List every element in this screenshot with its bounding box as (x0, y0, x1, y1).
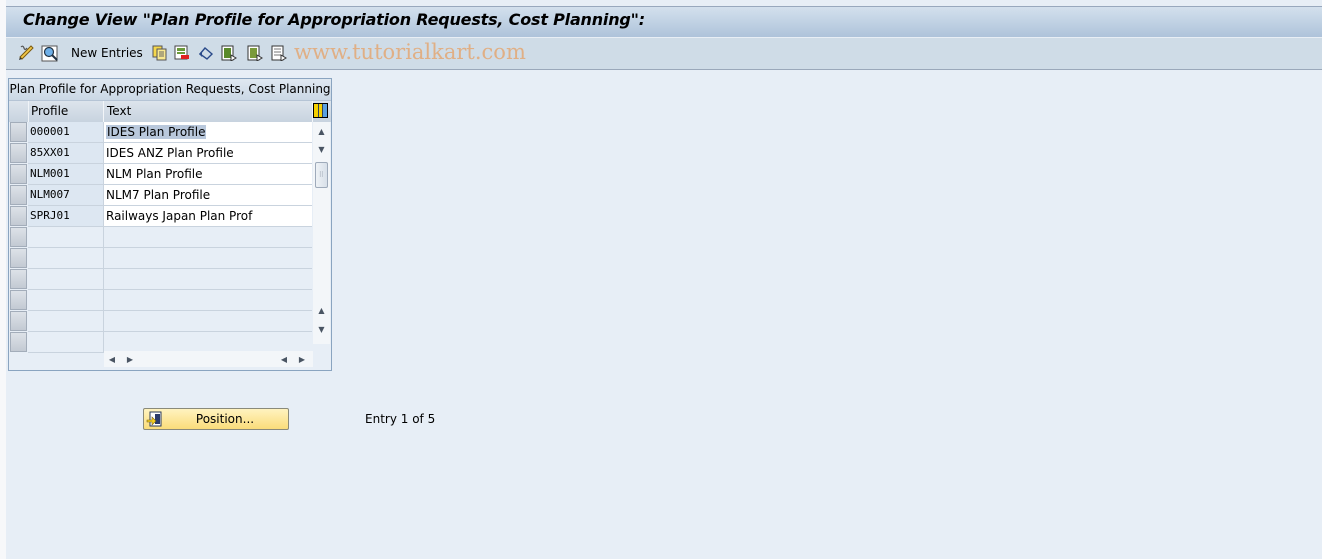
deselect-all-button[interactable] (270, 44, 288, 62)
scroll-left-end-button[interactable]: ◀ (276, 351, 292, 367)
table-row: 85XX01 IDES ANZ Plan Profile (9, 143, 312, 164)
cell-profile[interactable]: NLM007 (28, 185, 104, 206)
new-entries-button[interactable]: New Entries (71, 44, 143, 62)
select-all-icon (221, 45, 237, 61)
row-selector[interactable] (10, 122, 27, 142)
cell-text[interactable]: IDES Plan Profile (104, 122, 312, 143)
select-block-icon (247, 45, 263, 61)
scroll-right-end-button[interactable]: ▶ (294, 351, 310, 367)
application-toolbar: New Entries www.tutorialkart.com (6, 37, 1322, 70)
row-selector[interactable] (10, 290, 27, 310)
column-header-profile[interactable]: Profile (28, 101, 104, 122)
table-title: Plan Profile for Appropriation Requests,… (9, 79, 331, 101)
scroll-page-up-button[interactable]: ▲ (313, 302, 330, 319)
empty-table-row (9, 269, 312, 290)
empty-table-row (9, 227, 312, 248)
column-settings-icon[interactable] (313, 103, 328, 118)
cell-profile (28, 290, 104, 311)
cell-text-value: NLM7 Plan Profile (106, 188, 211, 202)
empty-table-row (9, 311, 312, 332)
table-row: NLM007 NLM7 Plan Profile (9, 185, 312, 206)
title-bar: Change View "Plan Profile for Appropriat… (6, 6, 1322, 37)
cell-text (104, 227, 312, 248)
cell-text (104, 269, 312, 290)
cell-text (104, 248, 312, 269)
copy-as-button[interactable] (151, 44, 169, 62)
undo-change-icon (198, 47, 214, 60)
empty-table-row (9, 332, 312, 353)
empty-table-row (9, 290, 312, 311)
row-selector[interactable] (10, 311, 27, 331)
page-title: Change View "Plan Profile for Appropriat… (23, 10, 645, 29)
cell-profile (28, 311, 104, 332)
scroll-page-down-button[interactable]: ▼ (313, 141, 330, 158)
cell-profile[interactable]: NLM001 (28, 164, 104, 185)
row-selector[interactable] (10, 143, 27, 163)
table-row: SPRJ01 Railways Japan Plan Prof (9, 206, 312, 227)
row-selector[interactable] (10, 248, 27, 268)
row-selector[interactable] (10, 332, 27, 352)
new-entries-label: New Entries (71, 46, 143, 60)
table-header: Profile Text (9, 101, 331, 122)
cell-text[interactable]: IDES ANZ Plan Profile (104, 143, 312, 164)
cell-text[interactable]: Railways Japan Plan Prof (104, 206, 312, 227)
position-button-label: Position... (195, 412, 255, 426)
cell-profile (28, 332, 104, 353)
scroll-up-button[interactable]: ▲ (313, 123, 330, 140)
find-button[interactable] (41, 44, 59, 62)
cell-text[interactable]: NLM Plan Profile (104, 164, 312, 185)
table-row: 000001 IDES Plan Profile (9, 122, 312, 143)
find-icon (41, 45, 58, 61)
horizontal-scrollbar[interactable]: ◀ ▶ ◀ ▶ (104, 351, 313, 367)
change-display-button[interactable] (18, 44, 36, 62)
change-display-icon (19, 45, 34, 60)
delete-button[interactable] (173, 44, 191, 62)
vertical-scrollbar[interactable]: ▲ ▼ ⠿ ▲ ▼ (313, 122, 330, 344)
cell-profile[interactable]: 85XX01 (28, 143, 104, 164)
watermark: www.tutorialkart.com (294, 40, 526, 64)
scroll-down-button[interactable]: ▼ (313, 321, 330, 338)
position-button[interactable]: Position... (143, 408, 289, 430)
cell-text-value: NLM Plan Profile (106, 167, 203, 181)
cell-profile[interactable]: SPRJ01 (28, 206, 104, 227)
undo-change-button[interactable] (197, 44, 215, 62)
cell-profile (28, 227, 104, 248)
table-row: NLM001 NLM Plan Profile (9, 164, 312, 185)
cell-text[interactable]: NLM7 Plan Profile (104, 185, 312, 206)
cell-profile[interactable]: 000001 (28, 122, 104, 143)
entry-counter: Entry 1 of 5 (365, 412, 436, 426)
cell-text-value: IDES ANZ Plan Profile (106, 146, 234, 160)
cell-text (104, 290, 312, 311)
select-block-button[interactable] (246, 44, 264, 62)
row-selector[interactable] (10, 206, 27, 226)
cell-text (104, 311, 312, 332)
row-selector[interactable] (10, 185, 27, 205)
table-control: Plan Profile for Appropriation Requests,… (8, 78, 332, 371)
cell-profile (28, 248, 104, 269)
copy-as-icon (152, 45, 167, 61)
scroll-thumb[interactable]: ⠿ (315, 162, 328, 188)
select-all-button[interactable] (220, 44, 238, 62)
scroll-right-button[interactable]: ▶ (122, 351, 138, 367)
cell-text-value: IDES Plan Profile (106, 125, 207, 139)
row-selector[interactable] (10, 164, 27, 184)
cell-text (104, 332, 312, 353)
column-header-text[interactable]: Text (104, 101, 313, 122)
delete-icon (174, 45, 189, 60)
row-selector[interactable] (10, 227, 27, 247)
cell-text-value: Railways Japan Plan Prof (106, 209, 253, 223)
select-all-rows-cell[interactable] (9, 101, 29, 122)
row-selector[interactable] (10, 269, 27, 289)
scroll-left-button[interactable]: ◀ (104, 351, 120, 367)
deselect-all-icon (271, 45, 287, 61)
cell-profile (28, 269, 104, 290)
empty-table-row (9, 248, 312, 269)
